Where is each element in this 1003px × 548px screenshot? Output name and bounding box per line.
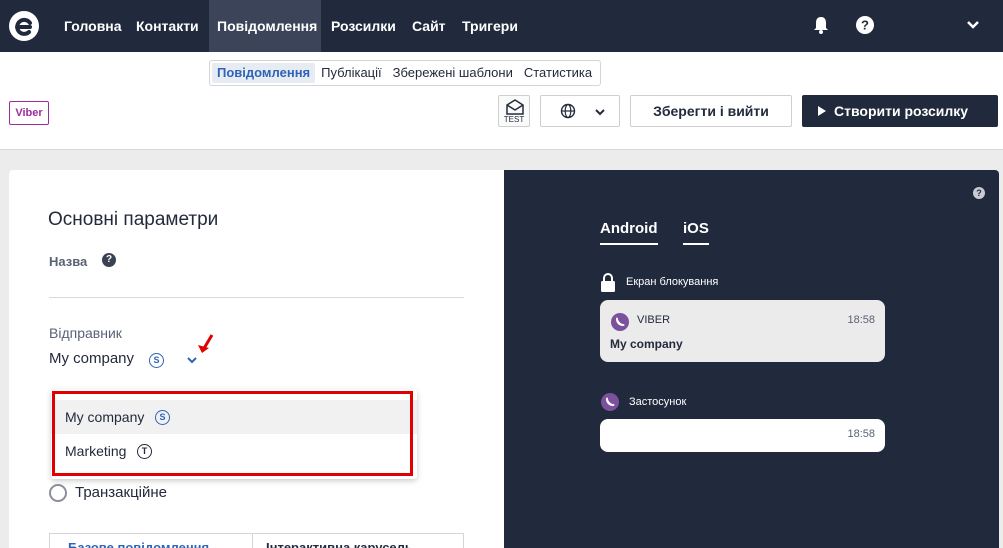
app-notification: 18:58 [600,419,885,452]
sender-badge: S [149,353,164,368]
sender-chevron-icon[interactable] [186,354,198,366]
preview-help-icon[interactable]: ? [973,187,985,199]
nav-item-contacts[interactable]: Контакти [136,0,199,52]
nav-item-triggers[interactable]: Тригери [462,0,518,52]
test-button[interactable]: TEST [498,95,530,127]
nav-item-home[interactable]: Головна [64,0,122,52]
lock-screen-notification: VIBER 18:58 My company [600,300,885,362]
subtab-messages[interactable]: Повідомлення [212,63,316,83]
save-and-exit-button[interactable]: Зберегти і вийти [630,95,792,127]
subtab-saved-templates[interactable]: Збережені шаблони [388,63,518,83]
section-title: Основні параметри [48,209,219,230]
subnav-tabs: Повідомлення Публікації Збережені шаблон… [209,60,602,86]
sender-label: Відправник [49,325,122,341]
chevron-down-icon[interactable] [962,14,984,36]
notification-sender: My company [610,337,683,351]
viber-app-icon [601,393,619,411]
test-label: TEST [503,115,525,124]
tab-ios[interactable]: iOS [683,220,709,245]
app-notification-time: 18:58 [847,428,875,440]
highlight-box [52,391,413,476]
create-campaign-label: Створити розсилку [834,103,969,119]
nav-item-site[interactable]: Сайт [412,0,446,52]
app-logo-icon[interactable] [8,10,40,42]
notification-app-name: VIBER [637,314,671,326]
channel-badge: Viber [9,101,49,125]
sub-toolbar: Повідомлення Публікації Збережені шаблон… [0,52,1003,150]
svg-text:?: ? [861,18,869,33]
tab-android[interactable]: Android [600,220,658,245]
play-icon [818,106,826,116]
subtab-publications[interactable]: Публікації [316,63,386,83]
transactional-radio[interactable] [49,484,67,502]
help-icon[interactable]: ? [854,14,876,36]
bell-icon[interactable] [810,14,832,36]
create-campaign-button[interactable]: Створити розсилку [802,95,998,127]
language-select[interactable] [540,95,620,127]
sender-select[interactable]: My company [49,350,134,367]
lock-screen-label: Екран блокування [626,276,719,288]
name-label: Назва [49,254,88,269]
lock-icon [601,273,615,292]
globe-icon [560,103,576,119]
viber-icon [611,313,629,331]
nav-item-messages[interactable]: Повідомлення [209,0,321,52]
app-label: Застосунок [629,396,687,408]
name-field-underline[interactable] [49,297,464,298]
message-type-tabs: Базове повідомлення Інтерактивна карусел… [49,533,464,548]
top-navbar: Головна Контакти Повідомлення Розсилки С… [0,0,1003,52]
nav-item-campaigns[interactable]: Розсилки [331,0,396,52]
arrow-annotation-icon [198,334,214,353]
subtab-statistics[interactable]: Статистика [519,63,597,83]
name-help-icon[interactable]: ? [102,253,116,267]
tab-interactive-carousel[interactable]: Інтерактивна карусель [266,540,413,548]
tab-basic-message[interactable]: Базове повідомлення [68,540,209,548]
notification-time: 18:58 [847,314,875,326]
transactional-label: Транзакційне [75,484,167,501]
chevron-down-icon [595,109,605,116]
envelope-icon [506,99,524,115]
